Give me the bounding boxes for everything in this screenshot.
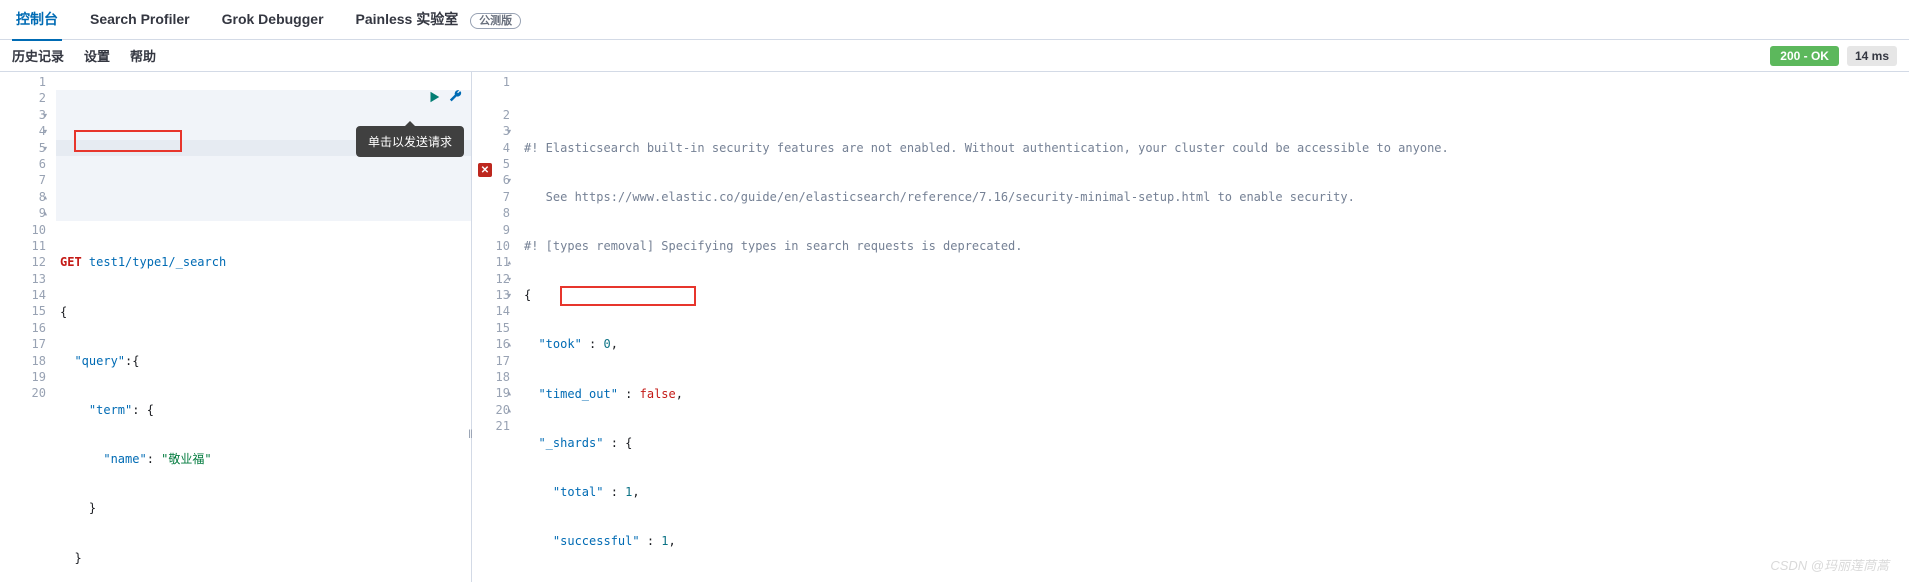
brace-open: {: [60, 305, 67, 319]
shards-success-key: "successful": [553, 534, 640, 548]
shards-total-key: "total": [553, 485, 604, 499]
deprecation-comment-1: #! Elasticsearch built-in security featu…: [524, 141, 1449, 155]
response-gutter: 1 2 3▾ 45 6▾ 78910 11▴ 12▾ 13▾ 1415 16▴ …: [472, 72, 520, 582]
send-request-tooltip: 单击以发送请求: [356, 126, 464, 157]
shards-key: "_shards": [538, 436, 603, 450]
term-key: "term": [89, 403, 132, 417]
brace-close: }: [89, 501, 96, 515]
shards-total-val: 1: [625, 485, 632, 499]
http-method: GET: [60, 255, 82, 269]
tab-grok-debugger[interactable]: Grok Debugger: [218, 1, 328, 39]
watermark: CSDN @玛丽莲茼蒿: [1770, 555, 1889, 574]
name-key: "name": [103, 452, 146, 466]
tab-search-profiler[interactable]: Search Profiler: [86, 1, 194, 39]
link-history[interactable]: 历史记录: [12, 46, 64, 65]
timing-badge: 14 ms: [1847, 46, 1897, 66]
took-val: 0: [604, 337, 611, 351]
shards-success-val: 1: [661, 534, 668, 548]
brace-close: }: [74, 551, 81, 565]
status-badge: 200 - OK: [1770, 46, 1839, 66]
response-viewer: 1 2 3▾ 45 6▾ 78910 11▴ 12▾ 13▾ 1415 16▴ …: [472, 72, 1909, 582]
play-icon[interactable]: [427, 90, 441, 104]
main-tabs: 控制台 Search Profiler Grok Debugger Painle…: [0, 0, 1909, 40]
deprecation-comment-2: #! [types removal] Specifying types in s…: [524, 239, 1023, 253]
deprecation-comment-1b: See https://www.elastic.co/guide/en/elas…: [524, 190, 1355, 204]
wrench-icon[interactable]: [449, 90, 463, 104]
link-help[interactable]: 帮助: [130, 46, 156, 65]
beta-badge: 公测版: [470, 13, 521, 29]
request-gutter: 1 2 3▾ 4▾ 5▾ 6 7 8▴ 9▴ 10111213 14151617…: [0, 72, 56, 582]
took-key: "took": [538, 337, 581, 351]
request-url: test1/type1/_search: [89, 255, 226, 269]
timedout-val: false: [640, 387, 676, 401]
response-code[interactable]: #! Elasticsearch built-in security featu…: [520, 72, 1909, 582]
error-icon[interactable]: ✕: [478, 163, 492, 177]
timedout-key: "timed_out": [538, 387, 617, 401]
tab-painless-lab[interactable]: Painless 实验室 公测版: [352, 0, 526, 41]
name-value: "敬业福": [161, 452, 211, 466]
link-settings[interactable]: 设置: [84, 46, 110, 65]
tab-console[interactable]: 控制台: [12, 0, 62, 41]
editor-area: 单击以发送请求 ✕ ‖ 1 2 3▾ 4▾ 5▾ 6 7 8▴ 9▴ 10111…: [0, 72, 1909, 582]
sub-toolbar: 历史记录 设置 帮助 200 - OK 14 ms: [0, 40, 1909, 72]
tab-painless-label: Painless 实验室: [356, 11, 459, 27]
pane-divider-handle[interactable]: ‖: [468, 427, 473, 441]
query-key: "query": [74, 354, 125, 368]
